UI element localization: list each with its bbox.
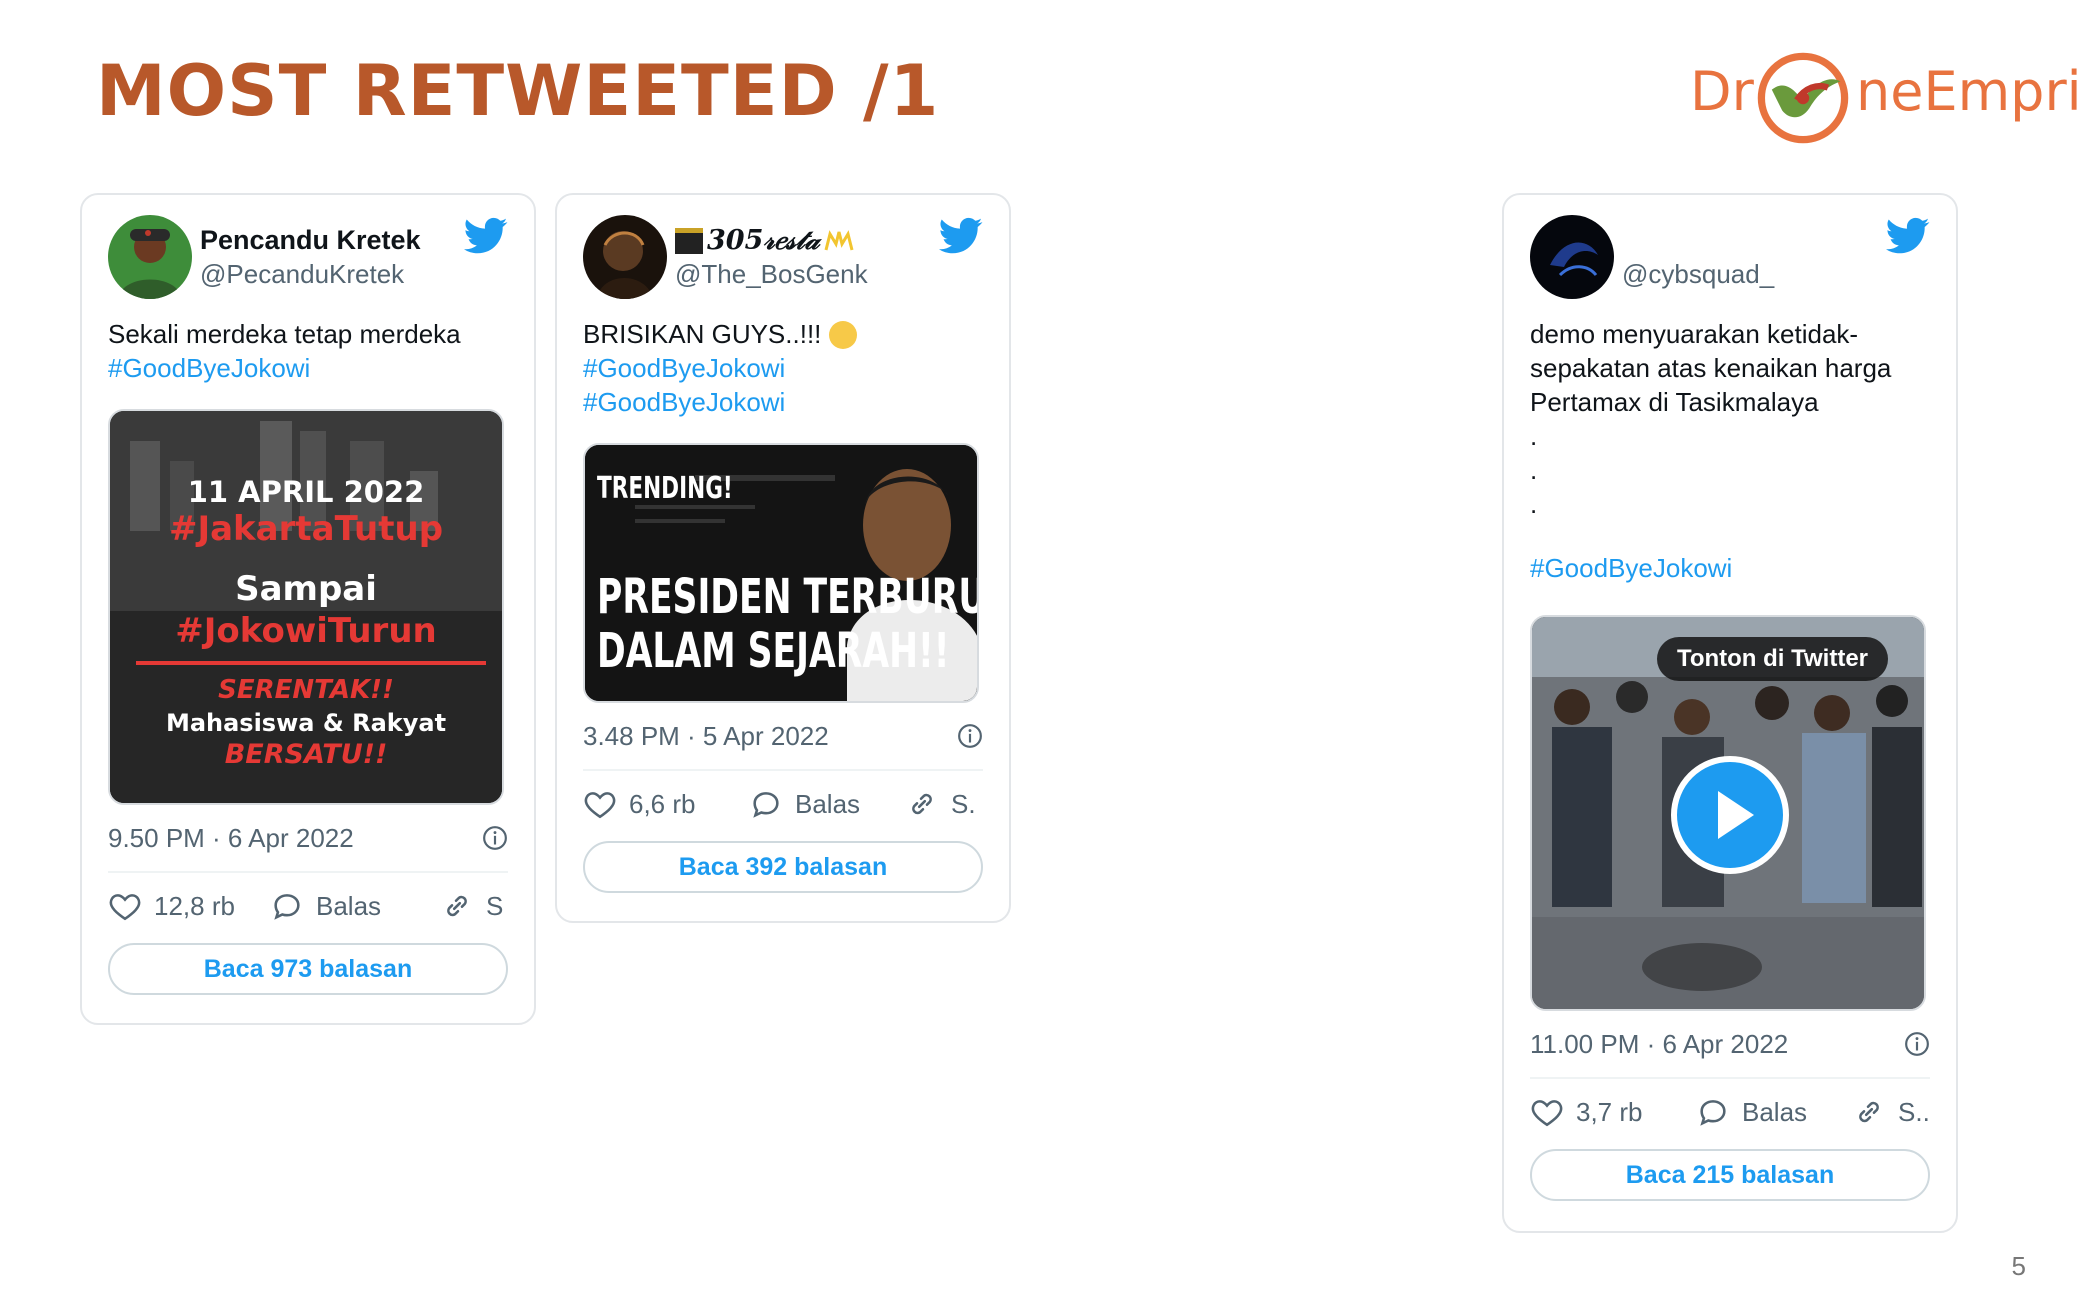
avatar[interactable] xyxy=(1530,215,1614,299)
image-text-sampai: Sampai xyxy=(235,569,377,609)
hashtag-link[interactable]: #GoodByeJokowi xyxy=(1530,553,1732,584)
hashtag-link[interactable]: #GoodByeJokowi xyxy=(583,387,785,418)
read-replies-button[interactable]: Baca 973 balasan xyxy=(108,943,508,995)
reply-button[interactable]: Balas xyxy=(270,889,381,923)
tweet-text-line: demo menyuarakan ketidak- xyxy=(1530,319,1859,349)
heart-icon xyxy=(109,894,141,921)
user-handle[interactable]: @cybsquad_ xyxy=(1622,259,1774,290)
reply-button[interactable]: Balas xyxy=(1696,1095,1807,1129)
divider xyxy=(108,871,508,873)
tweet-text-line: . xyxy=(1530,489,1538,519)
image-text-sejarah: DALAM SEJARAH!! xyxy=(597,623,950,679)
image-text-trending: TRENDING! xyxy=(597,471,733,506)
reply-button[interactable]: Balas xyxy=(749,787,860,821)
kaaba-emoji-icon xyxy=(675,228,703,254)
display-name: 305𝓇𝑒𝓈𝓉𝒶 xyxy=(707,225,820,256)
tweet-timestamp[interactable]: 11.00 PM · 6 Apr 2022 xyxy=(1530,1029,1788,1060)
like-button[interactable]: 3,7 rb xyxy=(1530,1095,1643,1129)
user-handle[interactable]: @PecanduKretek xyxy=(200,259,404,290)
share-label: S.. xyxy=(1898,1096,1930,1127)
image-text-serentak: SERENTAK!! xyxy=(218,675,394,705)
read-replies-button[interactable]: Baca 215 balasan xyxy=(1530,1149,1930,1201)
crown-emoji-icon xyxy=(824,230,854,251)
image-text-date: 11 APRIL 2022 xyxy=(187,475,425,509)
divider xyxy=(583,769,983,771)
avatar[interactable] xyxy=(583,215,667,299)
like-count: 12,8 rb xyxy=(154,890,235,921)
read-replies-button[interactable]: Baca 392 balasan xyxy=(583,841,983,893)
tweet-text-line: BRISIKAN GUYS..!!! xyxy=(583,319,822,349)
tweet-card-3[interactable]: @cybsquad_ demo menyuarakan ketidak- sep… xyxy=(1502,193,1958,1233)
tweet-card-2[interactable]: 305𝓇𝑒𝓈𝓉𝒶 @The_BosGenk BRISIKAN GUYS..!!!… xyxy=(555,193,1011,923)
display-name-row[interactable]: 305𝓇𝑒𝓈𝓉𝒶 xyxy=(675,225,854,257)
tweet-timestamp[interactable]: 9.50 PM · 6 Apr 2022 xyxy=(108,823,354,854)
like-button[interactable]: 6,6 rb xyxy=(583,787,696,821)
tweet-text-line: Pertamax di Tasikmalaya xyxy=(1530,387,1819,417)
watch-on-twitter-badge[interactable]: Tonton di Twitter xyxy=(1656,637,1888,681)
slide-title: MOST RETWEETED /1 xyxy=(96,50,940,132)
comment-icon xyxy=(274,894,300,920)
fist-emoji-icon xyxy=(829,320,858,349)
share-button[interactable]: S.. xyxy=(1852,1095,1930,1129)
image-text-bersatu: BERSATU!! xyxy=(224,739,388,770)
hashtag-link[interactable]: #GoodByeJokowi xyxy=(583,353,785,384)
comment-icon xyxy=(753,792,779,818)
share-label: S. xyxy=(951,788,976,819)
image-text-mahasiswa: Mahasiswa & Rakyat xyxy=(165,709,447,737)
logo-text-left: Dr xyxy=(1690,60,1754,123)
share-button[interactable]: S. xyxy=(905,787,976,821)
tweet-text-line: Sekali merdeka tetap merdeka xyxy=(108,319,461,349)
twitter-bird-icon[interactable] xyxy=(464,217,508,255)
hashtag-link[interactable]: #GoodByeJokowi xyxy=(108,353,310,384)
image-text-presiden: PRESIDEN TERBURUK xyxy=(597,569,979,625)
reply-label: Balas xyxy=(1742,1096,1808,1127)
info-icon[interactable] xyxy=(482,825,508,851)
share-label: S xyxy=(486,890,504,921)
image-text-hashtag-1: #JakartaTutup xyxy=(168,509,444,549)
like-count: 3,7 rb xyxy=(1576,1096,1643,1127)
heart-icon xyxy=(1531,1100,1563,1127)
play-icon[interactable] xyxy=(1670,755,1790,875)
divider xyxy=(1530,1077,1930,1079)
tweet-image[interactable]: TRENDING! PRESIDEN TERBURUK DALAM SEJARA… xyxy=(583,443,979,703)
reply-label: Balas xyxy=(316,890,382,921)
page-number: 5 xyxy=(2011,1251,2026,1281)
image-text-hashtag-2: #JokowiTurun xyxy=(175,611,437,651)
info-icon[interactable] xyxy=(1904,1031,1930,1057)
tweet-video[interactable]: Tonton di Twitter xyxy=(1530,615,1926,1011)
share-button[interactable]: S xyxy=(440,889,503,923)
reply-label: Balas xyxy=(795,788,861,819)
like-count: 6,6 rb xyxy=(629,788,696,819)
heart-icon xyxy=(584,792,616,819)
tweet-image[interactable]: 11 APRIL 2022 #JakartaTutup Sampai #Joko… xyxy=(108,409,504,805)
display-name[interactable]: Pencandu Kretek xyxy=(200,225,421,256)
twitter-bird-icon[interactable] xyxy=(939,217,983,255)
comment-icon xyxy=(1700,1100,1726,1126)
like-button[interactable]: 12,8 rb xyxy=(108,889,235,923)
tweet-card-1[interactable]: Pencandu Kretek @PecanduKretek Sekali me… xyxy=(80,193,536,1025)
image-divider xyxy=(136,661,486,665)
tweet-text-line: . xyxy=(1530,455,1538,485)
user-handle[interactable]: @The_BosGenk xyxy=(675,259,868,290)
tweet-text-line: . xyxy=(1530,421,1538,451)
tweet-text-line: sepakatan atas kenaikan harga xyxy=(1530,353,1892,383)
twitter-bird-icon[interactable] xyxy=(1886,217,1930,255)
drone-emprit-logo: Dr neEmprit xyxy=(1690,40,2078,150)
link-icon xyxy=(912,793,932,815)
drone-emblem-icon xyxy=(1757,52,1849,144)
avatar[interactable] xyxy=(108,215,192,299)
info-icon[interactable] xyxy=(957,723,983,749)
link-icon xyxy=(447,895,467,917)
tweet-timestamp[interactable]: 3.48 PM · 5 Apr 2022 xyxy=(583,721,829,752)
link-icon xyxy=(1859,1101,1879,1123)
tweet-text-row: BRISIKAN GUYS..!!! xyxy=(583,319,858,350)
logo-text-right: neEmprit xyxy=(1856,60,2078,123)
